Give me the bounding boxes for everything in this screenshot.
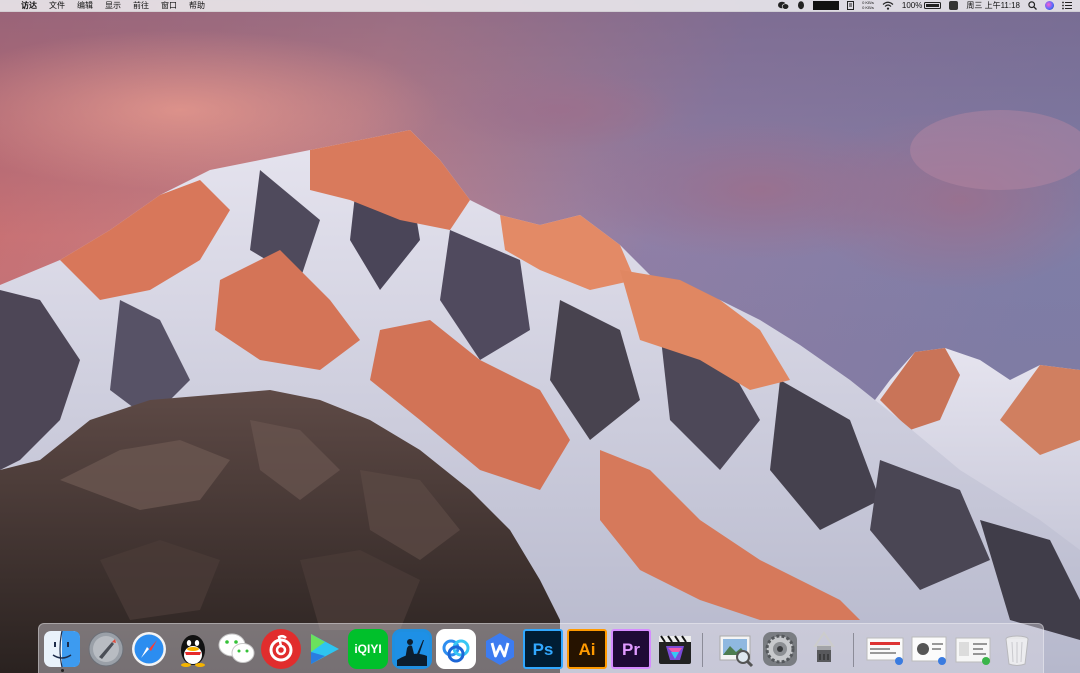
notes-icon[interactable] xyxy=(949,1,959,10)
netease-music-icon xyxy=(269,634,293,662)
notification-center-icon[interactable] xyxy=(1062,1,1072,10)
search-icon[interactable] xyxy=(1028,1,1037,10)
wechat-icon xyxy=(218,633,255,663)
dock-item-downloads-stack[interactable] xyxy=(865,629,905,669)
qq-icon[interactable] xyxy=(797,1,805,10)
menu-edit[interactable]: 编辑 xyxy=(77,0,93,12)
dock-item-archive-utility[interactable] xyxy=(804,629,844,669)
trash-icon xyxy=(1005,635,1029,666)
wps-icon xyxy=(486,633,514,665)
menu-bar-left: 访达 文件 编辑 显示 前往 窗口 帮助 xyxy=(0,0,217,12)
siri-icon[interactable] xyxy=(1045,1,1054,10)
dock-separator xyxy=(702,633,703,667)
dock-item-finder[interactable] xyxy=(42,629,82,669)
file-icon[interactable] xyxy=(847,1,855,10)
dock-item-illustrator[interactable]: Ai xyxy=(567,629,607,669)
dock-item-qq[interactable] xyxy=(173,629,213,669)
dock-item-netease-music[interactable] xyxy=(261,629,301,669)
system-preferences-icon xyxy=(763,632,797,666)
battery-icon xyxy=(924,2,942,9)
battery-status[interactable]: 100% xyxy=(901,0,942,12)
dock-item-kindle[interactable] xyxy=(392,629,432,669)
dock-item-photoshop[interactable]: Ps xyxy=(523,629,563,669)
desktop-wallpaper xyxy=(0,0,1080,673)
premiere-icon: Pr xyxy=(622,639,640,659)
menu-window[interactable]: 窗口 xyxy=(161,0,177,12)
dock-item-wps[interactable] xyxy=(480,629,520,669)
menu-view[interactable]: 显示 xyxy=(105,0,121,12)
dock-item-video-player[interactable] xyxy=(304,629,344,669)
network-speed: 0 KB/s 0 KB/s xyxy=(862,0,874,10)
baidu-netdisk-icon xyxy=(442,639,470,663)
dock-item-premiere[interactable]: Pr xyxy=(611,629,651,669)
documents-stack-icon xyxy=(911,636,947,665)
clock[interactable]: 周三 上午11:18 xyxy=(966,0,1020,12)
archive-utility-icon xyxy=(813,631,835,662)
menu-bar-status: 0 KB/s 0 KB/s 100% 周三 上午11:18 xyxy=(770,0,1080,12)
dock-separator xyxy=(853,633,854,667)
dock-item-trash[interactable] xyxy=(997,629,1037,669)
kindle-icon xyxy=(395,632,429,666)
folder-stack-icon xyxy=(955,637,991,665)
battery-percent: 100% xyxy=(901,0,923,10)
preview-icon xyxy=(719,635,754,668)
wechat-icon[interactable] xyxy=(778,1,790,10)
finder-icon xyxy=(44,630,80,668)
dock-item-folder-stack[interactable] xyxy=(953,629,993,669)
dock-item-baidu-netdisk[interactable] xyxy=(436,629,476,669)
dock-item-documents-stack[interactable] xyxy=(909,629,949,669)
dock-item-launchpad[interactable] xyxy=(86,629,126,669)
final-cut-pro-icon xyxy=(659,635,691,664)
dock-item-safari[interactable] xyxy=(129,629,169,669)
menu-finder[interactable]: 访达 xyxy=(21,0,37,12)
dock-item-final-cut-pro[interactable] xyxy=(655,629,695,669)
downloads-stack-icon xyxy=(866,637,904,665)
video-player-icon xyxy=(311,634,339,664)
net-down-value: 0 KB/s xyxy=(862,4,874,10)
safari-icon xyxy=(132,632,166,666)
wifi-icon[interactable] xyxy=(882,1,894,10)
iqiyi-icon: iQIYI xyxy=(354,642,382,656)
dock-item-system-preferences[interactable] xyxy=(760,629,800,669)
illustrator-icon: Ai xyxy=(578,639,596,659)
menu-go[interactable]: 前往 xyxy=(133,0,149,12)
dock-item-preview[interactable] xyxy=(715,629,755,669)
finder-running-indicator xyxy=(61,669,64,672)
dock: iQIYI Ps Ai Pr xyxy=(38,623,1044,673)
menu-bar: 访达 文件 编辑 显示 前往 窗口 帮助 0 KB/s 0 KB/s 100% … xyxy=(0,0,1080,12)
menu-help[interactable]: 帮助 xyxy=(189,0,205,12)
dock-item-iqiyi[interactable]: iQIYI xyxy=(348,629,388,669)
photoshop-icon: Ps xyxy=(532,639,554,659)
menu-file[interactable]: 文件 xyxy=(49,0,65,12)
dock-item-wechat[interactable] xyxy=(217,629,257,669)
qq-icon xyxy=(181,635,205,667)
net-monitor-icon[interactable] xyxy=(813,1,840,10)
launchpad-icon xyxy=(88,631,124,667)
